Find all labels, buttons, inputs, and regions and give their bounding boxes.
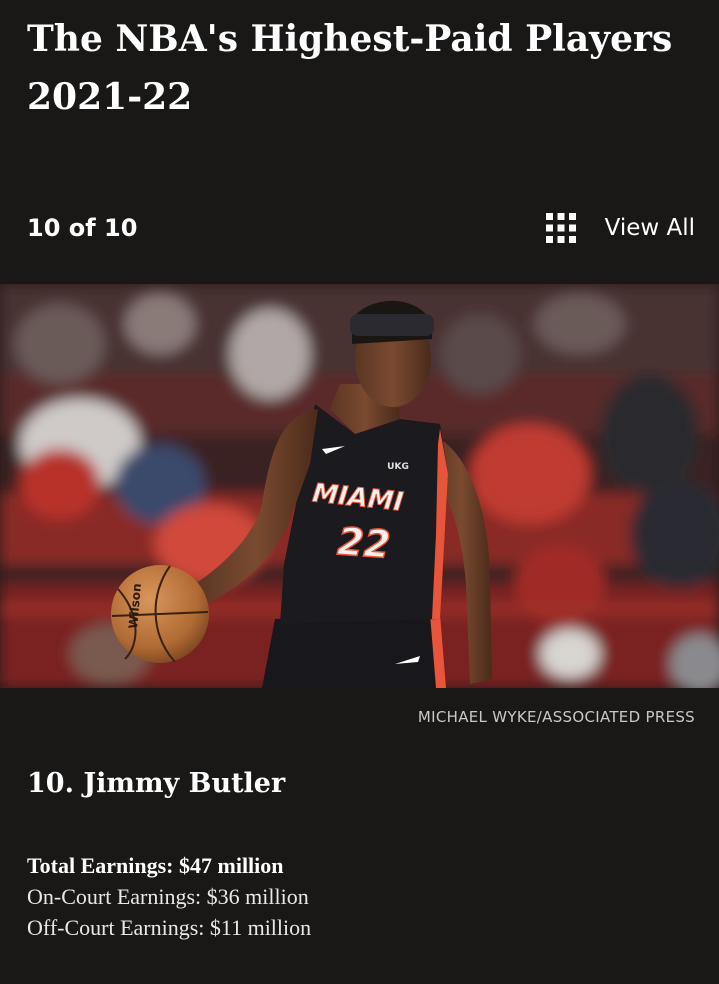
- earnings-block: Total Earnings: $47 million On-Court Ear…: [27, 850, 311, 943]
- page-title: The NBA's Highest-Paid Players 2021-22: [27, 18, 673, 118]
- on-court-earnings: On-Court Earnings: $36 million: [27, 884, 309, 909]
- jersey-sponsor: UKG: [387, 462, 409, 472]
- grid-icon: [545, 213, 576, 243]
- view-all-button[interactable]: View All: [545, 210, 695, 246]
- jersey-number: 22: [336, 519, 392, 567]
- player-name: 10. Jimmy Butler: [27, 768, 286, 799]
- view-all-label: View All: [604, 215, 695, 241]
- photo-credit: MICHAEL WYKE/ASSOCIATED PRESS: [417, 708, 695, 726]
- slide-counter: 10 of 10: [27, 214, 138, 242]
- total-earnings: Total Earnings: $47 million: [27, 853, 284, 878]
- player-photo: Wilson MIAMI 22 UKG: [0, 284, 719, 688]
- off-court-earnings: Off-Court Earnings: $11 million: [27, 915, 312, 940]
